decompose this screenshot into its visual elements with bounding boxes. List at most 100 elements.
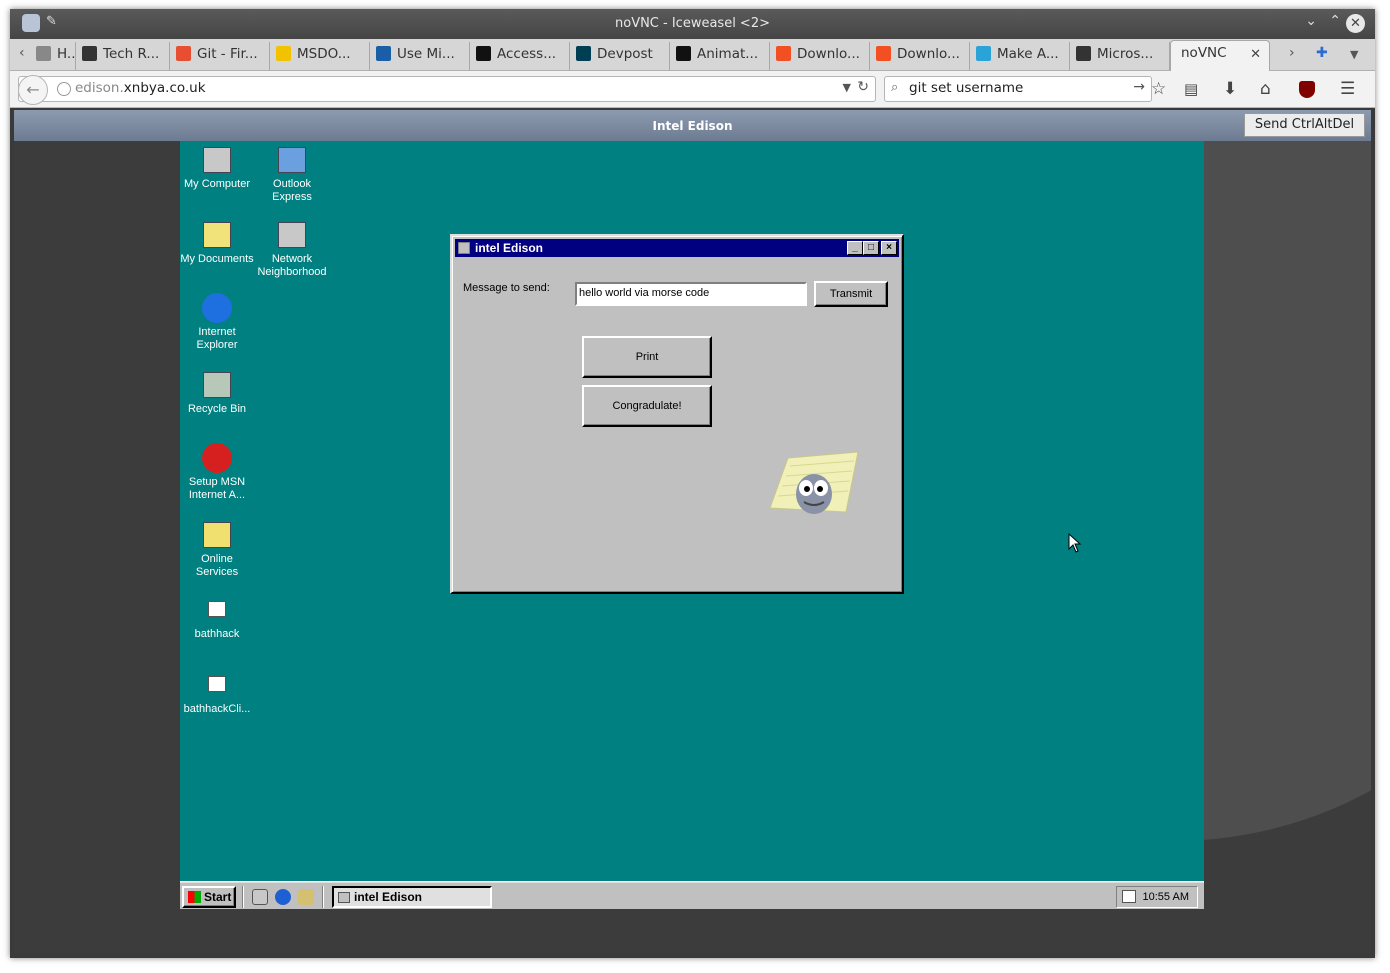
desktop-icon-outlook-express[interactable]: Outlook Express — [252, 143, 332, 204]
devpost-icon — [576, 46, 591, 61]
tab-label: Devpost — [597, 46, 653, 62]
page-icon — [36, 46, 51, 61]
downloads-icon[interactable]: ⬇ — [1223, 79, 1237, 99]
tab-8[interactable]: Downlo... — [770, 42, 870, 70]
tabs-scroll-right-icon[interactable]: › — [1289, 45, 1295, 61]
tab-2[interactable]: Git - Fir... — [170, 42, 270, 70]
home-icon[interactable]: ⌂ — [1260, 79, 1271, 99]
desktop-icon-my-documents[interactable]: My Documents — [180, 218, 257, 266]
tab-11[interactable]: Micros... — [1070, 42, 1170, 70]
send-ctrlaltdel-button[interactable]: Send CtrlAltDel — [1244, 113, 1365, 137]
office-assistant-icon[interactable] — [766, 450, 862, 526]
tab-6[interactable]: Devpost — [570, 42, 670, 70]
taskbar-divider — [322, 886, 324, 908]
tab-label: Git - Fir... — [197, 46, 258, 62]
desktop-icon-bathhackcli[interactable]: bathhackCli... — [180, 668, 257, 716]
site-identity-icon[interactable] — [57, 82, 71, 96]
tab-12[interactable]: noVNC ✕ — [1170, 40, 1270, 71]
url-text: edison.xnbya.co.uk — [75, 80, 206, 96]
close-window-icon[interactable]: ✕ — [1346, 14, 1365, 33]
navigation-bar: ← edison.xnbya.co.uk ▼ ↻ ⌕ git set usern… — [10, 71, 1375, 108]
intel-edison-window: intel Edison _ □ × Message to send: hell… — [450, 234, 904, 594]
maximize-icon[interactable]: □ — [863, 241, 879, 255]
start-button[interactable]: Start — [182, 886, 236, 908]
transmit-button[interactable]: Transmit — [814, 281, 888, 307]
list-tabs-icon[interactable]: ▼ — [1350, 48, 1358, 61]
medium-icon — [476, 46, 491, 61]
tab-label: Downlo... — [797, 46, 860, 62]
desktop-icon-internet-explorer[interactable]: Internet Explorer — [180, 293, 257, 352]
outlook-quicklaunch-icon[interactable] — [298, 889, 314, 905]
reload-icon[interactable]: ↻ — [857, 79, 869, 95]
tab-0[interactable]: H... — [30, 42, 76, 70]
tab-label: Make A... — [997, 46, 1059, 62]
taskbar-item-label: intel Edison — [354, 890, 423, 904]
desktop-icon-label: Outlook — [273, 178, 311, 190]
mouse-cursor-icon — [1068, 533, 1082, 553]
window-title: noVNC - Iceweasel <2> — [615, 16, 770, 31]
wikipedia-icon — [1076, 46, 1091, 61]
techr-icon — [82, 46, 97, 61]
git-icon — [176, 46, 191, 61]
search-icon: ⌕ — [891, 80, 899, 95]
desktop-icon-label: Network — [271, 253, 313, 265]
bookmark-star-icon[interactable]: ☆ — [1151, 79, 1166, 99]
desktop-icon-label: Online — [201, 553, 233, 565]
setup-msn-icon — [202, 443, 232, 473]
tab-label: Micros... — [1097, 46, 1154, 62]
desktop-icon-label: Explorer — [196, 339, 238, 351]
congratulate-button[interactable]: Congradulate! — [582, 385, 712, 427]
tabs-scroll-left-icon[interactable]: ‹ — [19, 45, 25, 61]
close-icon[interactable]: × — [881, 241, 897, 255]
scheduler-icon[interactable] — [1122, 890, 1136, 903]
desktop-icon-recycle-bin[interactable]: Recycle Bin — [180, 368, 257, 416]
message-input[interactable]: hello world via morse code — [575, 282, 807, 306]
menu-hamburger-icon[interactable]: ☰ — [1340, 79, 1355, 99]
bathhackcli-icon — [208, 676, 226, 692]
windows-flag-icon — [188, 891, 201, 903]
taskbar-item-intel-edison[interactable]: intel Edison — [332, 886, 492, 908]
search-bar[interactable]: ⌕ git set username → — [884, 76, 1152, 102]
desktop-icon-network-neighborhood[interactable]: Network Neighborhood — [252, 218, 332, 279]
desktop-icon-label: My Computer — [183, 178, 251, 190]
tab-bar: ‹ › ✚ ▼ H... Tech R... Git - Fir... MSDO...… — [10, 39, 1375, 71]
ublock-icon[interactable] — [1299, 81, 1315, 98]
win98-desktop[interactable]: intel Edison _ □ × Message to send: hell… — [180, 141, 1204, 909]
desktop-icon-online-services[interactable]: Online Services — [180, 518, 257, 579]
url-history-dropdown-icon[interactable]: ▼ — [843, 81, 851, 94]
maximize-icon[interactable]: ⌃ — [1329, 13, 1341, 29]
novnc-title: Intel Edison — [652, 119, 733, 133]
new-tab-icon[interactable]: ✚ — [1316, 45, 1328, 61]
network-neighborhood-icon — [278, 222, 306, 248]
close-tab-icon[interactable]: ✕ — [1250, 43, 1261, 67]
print-button[interactable]: Print — [582, 336, 712, 378]
minimize-icon[interactable]: ⌄ — [1305, 13, 1317, 29]
url-bar[interactable]: ← edison.xnbya.co.uk ▼ ↻ — [18, 75, 876, 105]
medium-icon — [676, 46, 691, 61]
tab-label: H... — [57, 46, 76, 62]
tab-3[interactable]: MSDO... — [270, 42, 370, 70]
tab-9[interactable]: Downlo... — [870, 42, 970, 70]
minimize-icon[interactable]: _ — [847, 241, 863, 255]
show-desktop-icon[interactable] — [252, 889, 268, 905]
ie-quicklaunch-icon[interactable] — [275, 889, 291, 905]
internet-explorer-icon — [202, 293, 232, 323]
desktop-icon-setup-msn[interactable]: Setup MSN Internet A... — [180, 443, 257, 502]
reading-list-icon[interactable]: ▤ — [1184, 80, 1198, 98]
desktop-icon-label: Express — [272, 191, 312, 203]
search-go-arrow-icon[interactable]: → — [1133, 79, 1145, 95]
vnc-viewport: intel Edison _ □ × Message to send: hell… — [14, 141, 1371, 953]
tab-1[interactable]: Tech R... — [76, 42, 170, 70]
search-input[interactable]: git set username — [909, 80, 1023, 96]
desktop-icon-bathhack[interactable]: bathhack — [180, 593, 257, 641]
tab-5[interactable]: Access... — [470, 42, 570, 70]
back-arrow-icon[interactable]: ← — [18, 75, 48, 105]
app-window-icon — [338, 892, 350, 903]
desktop-icon-my-computer[interactable]: My Computer — [180, 143, 257, 191]
clock[interactable]: 10:55 AM — [1143, 891, 1189, 903]
tab-7[interactable]: Animat... — [670, 42, 770, 70]
app-window-title: intel Edison — [475, 241, 544, 255]
tab-10[interactable]: Make A... — [970, 42, 1070, 70]
tab-4[interactable]: Use Mi... — [370, 42, 470, 70]
my-computer-icon — [203, 147, 231, 173]
